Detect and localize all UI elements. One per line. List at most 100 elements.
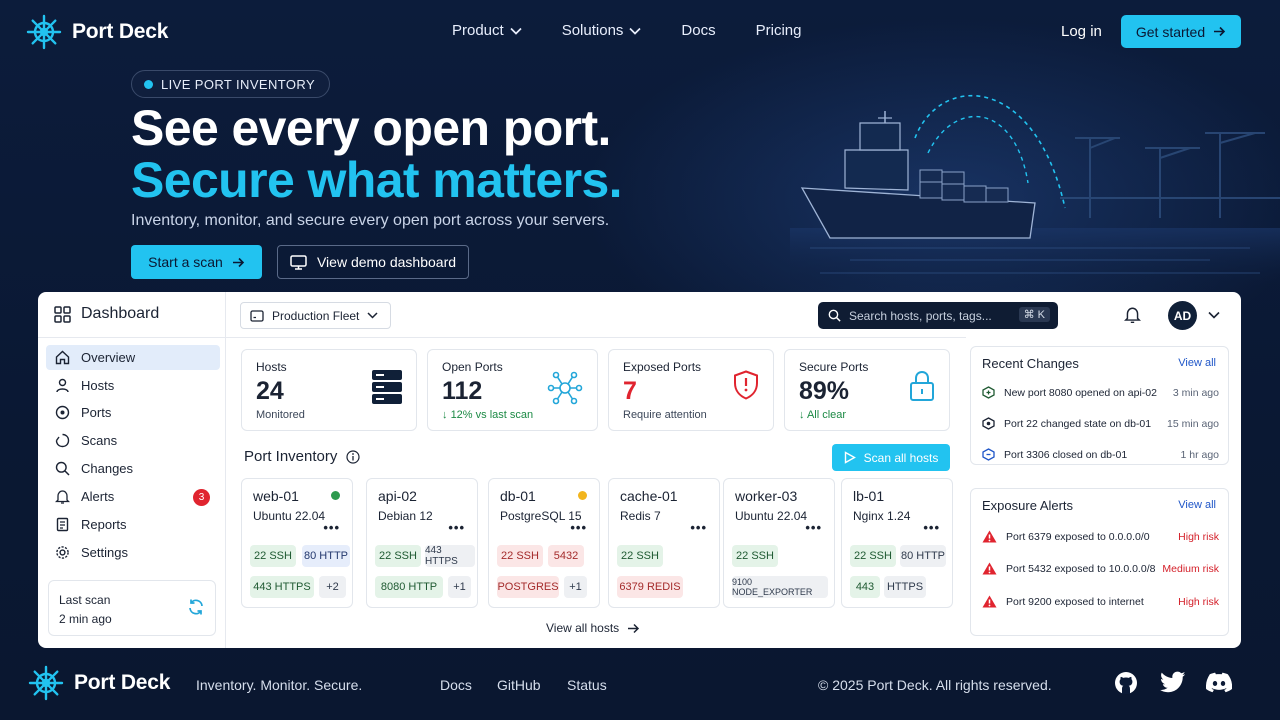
refresh-icon[interactable] [187, 598, 205, 616]
change-row[interactable]: Port 22 changed state on db-01 15 min ag… [982, 417, 1219, 430]
alert-text: Port 6379 exposed to 0.0.0.0/0 [1006, 530, 1150, 543]
search-input[interactable]: Search hosts, ports, tags... ⌘ K [818, 302, 1058, 329]
host-card-cache-01[interactable]: cache-01 Redis 7 ••• 22 SSH 6379 REDIS [608, 478, 720, 608]
footer-copyright: © 2025 Port Deck. All rights reserved. [818, 677, 1052, 693]
port-inventory-label: Port Inventory [244, 448, 338, 465]
server-small-icon [250, 309, 264, 322]
scan-all-hosts-button[interactable]: Scan all hosts [832, 444, 950, 471]
stat-card-hosts[interactable]: Hosts 24 Monitored [241, 349, 417, 431]
stat-label: Secure Ports [799, 360, 869, 374]
footer-tagline: Inventory. Monitor. Secure. [196, 677, 363, 693]
port-tag: 8080 HTTP [375, 576, 443, 598]
discord-icon[interactable] [1206, 671, 1232, 693]
port-tag: 80 HTTP [900, 545, 946, 567]
footer-logo[interactable]: Port Deck [28, 665, 170, 701]
stat-label: Hosts [256, 360, 287, 374]
server-icon [372, 370, 402, 404]
network-icon [547, 371, 583, 405]
host-card-web-01[interactable]: web-01 Ubuntu 22.04 ••• 22 SSH 80 HTTP 4… [241, 478, 353, 608]
dashboard-panel: Dashboard Overview Hosts Ports Scans Cha… [38, 292, 1241, 648]
exposure-alerts-title: Exposure Alerts [982, 498, 1074, 513]
arrow-right-icon [628, 623, 640, 633]
port-tag: 22 SSH [497, 545, 543, 567]
sidebar-item-label: Overview [81, 350, 136, 365]
dashboard-title: Dashboard [54, 305, 159, 323]
sidebar-item-alerts[interactable]: Alerts 3 [46, 484, 220, 509]
sidebar-item-overview[interactable]: Overview [46, 345, 220, 370]
sidebar-item-reports[interactable]: Reports [46, 512, 220, 537]
host-card-api-02[interactable]: api-02 Debian 12 ••• 22 SSH 443 HTTPS 80… [366, 478, 478, 608]
host-card-lb-01[interactable]: lb-01 Nginx 1.24 ••• 22 SSH 80 HTTP 443 … [841, 478, 953, 608]
nav-pricing[interactable]: Pricing [756, 22, 802, 39]
stat-sub: Monitored [256, 409, 305, 421]
more-options-icon[interactable]: ••• [805, 520, 822, 535]
sidebar-item-hosts[interactable]: Hosts [46, 373, 220, 398]
host-os: Ubuntu 22.04 [735, 509, 808, 523]
info-icon[interactable] [346, 449, 360, 464]
more-options-icon[interactable]: ••• [323, 520, 340, 535]
nav-product[interactable]: Product [452, 22, 522, 39]
nav-solutions[interactable]: Solutions [562, 22, 642, 39]
search-icon [55, 461, 70, 476]
alert-row[interactable]: Port 5432 exposed to 10.0.0.0/8 Medium r… [982, 562, 1219, 575]
user-avatar[interactable]: AD [1168, 301, 1197, 330]
view-all-hosts-link[interactable]: View all hosts [546, 621, 640, 635]
change-row[interactable]: New port 8080 opened on api-02 3 min ago [982, 386, 1219, 399]
status-dot-icon [331, 491, 340, 500]
stat-sub: ↓ 12% vs last scan [442, 409, 533, 421]
twitter-icon[interactable] [1160, 671, 1185, 693]
stat-card-exposed-ports[interactable]: Exposed Ports 7 Require attention [608, 349, 774, 431]
login-link[interactable]: Log in [1061, 23, 1102, 40]
stat-label: Exposed Ports [623, 360, 702, 374]
footer-link-github[interactable]: GitHub [497, 677, 541, 693]
change-row[interactable]: Port 3306 closed on db-01 1 hr ago [982, 448, 1219, 461]
host-os: Redis 7 [620, 509, 661, 523]
footer-link-status[interactable]: Status [567, 677, 607, 693]
chevron-down-icon[interactable] [1208, 311, 1220, 319]
ship-wheel-icon [26, 14, 62, 50]
scan-all-label: Scan all hosts [863, 450, 939, 465]
host-card-worker-03[interactable]: worker-03 Ubuntu 22.04 ••• 22 SSH 9100 N… [723, 478, 835, 608]
sidebar-item-ports[interactable]: Ports [46, 400, 220, 425]
fleet-selector[interactable]: Production Fleet [240, 302, 391, 329]
more-options-icon[interactable]: ••• [570, 520, 587, 535]
sidebar-item-settings[interactable]: Settings [46, 540, 220, 565]
sidebar: Dashboard Overview Hosts Ports Scans Cha… [38, 292, 226, 648]
port-tag-more[interactable]: +1 [448, 576, 471, 598]
gear-icon [56, 546, 69, 559]
github-icon[interactable] [1114, 671, 1138, 695]
stat-card-secure-ports[interactable]: Secure Ports 89% ↓ All clear [784, 349, 950, 431]
more-options-icon[interactable]: ••• [923, 520, 940, 535]
arrow-right-icon [232, 257, 244, 267]
get-started-button[interactable]: Get started [1121, 15, 1241, 48]
recent-changes-view-all[interactable]: View all [1178, 357, 1216, 369]
port-tag: 22 SSH [732, 545, 778, 567]
more-options-icon[interactable]: ••• [690, 520, 707, 535]
host-card-db-01[interactable]: db-01 PostgreSQL 15 ••• 22 SSH 5432 POST… [488, 478, 600, 608]
nav-docs[interactable]: Docs [681, 22, 715, 39]
arrow-right-icon [1214, 26, 1226, 37]
port-tag: 22 SSH [250, 545, 296, 567]
view-all-hosts-label: View all hosts [546, 621, 620, 635]
exposure-alerts-view-all[interactable]: View all [1178, 499, 1216, 511]
sidebar-item-scans[interactable]: Scans [46, 428, 220, 453]
footer-link-docs[interactable]: Docs [440, 677, 472, 693]
port-tag: 443 HTTPS [250, 576, 314, 598]
stat-value: 89% [799, 377, 850, 405]
port-tag: 22 SSH [617, 545, 663, 567]
port-tag-more[interactable]: +2 [319, 576, 346, 598]
stat-card-open-ports[interactable]: Open Ports 112 ↓ 12% vs last scan [427, 349, 598, 431]
view-demo-button[interactable]: View demo dashboard [277, 245, 469, 279]
brand-logo[interactable]: Port Deck [26, 14, 168, 50]
port-tag-more[interactable]: +1 [564, 576, 587, 598]
sidebar-item-changes[interactable]: Changes [46, 456, 220, 481]
more-options-icon[interactable]: ••• [448, 520, 465, 535]
start-scan-button[interactable]: Start a scan [131, 245, 262, 279]
footer-brand-name: Port Deck [74, 671, 171, 694]
notifications-bell-icon[interactable] [1124, 306, 1141, 324]
port-tag: 443 HTTPS [425, 545, 475, 567]
alert-row[interactable]: Port 9200 exposed to internet High risk [982, 595, 1219, 608]
alert-row[interactable]: Port 6379 exposed to 0.0.0.0/0 High risk [982, 530, 1219, 543]
fleet-selector-label: Production Fleet [272, 308, 360, 323]
sidebar-item-label: Hosts [81, 378, 115, 393]
